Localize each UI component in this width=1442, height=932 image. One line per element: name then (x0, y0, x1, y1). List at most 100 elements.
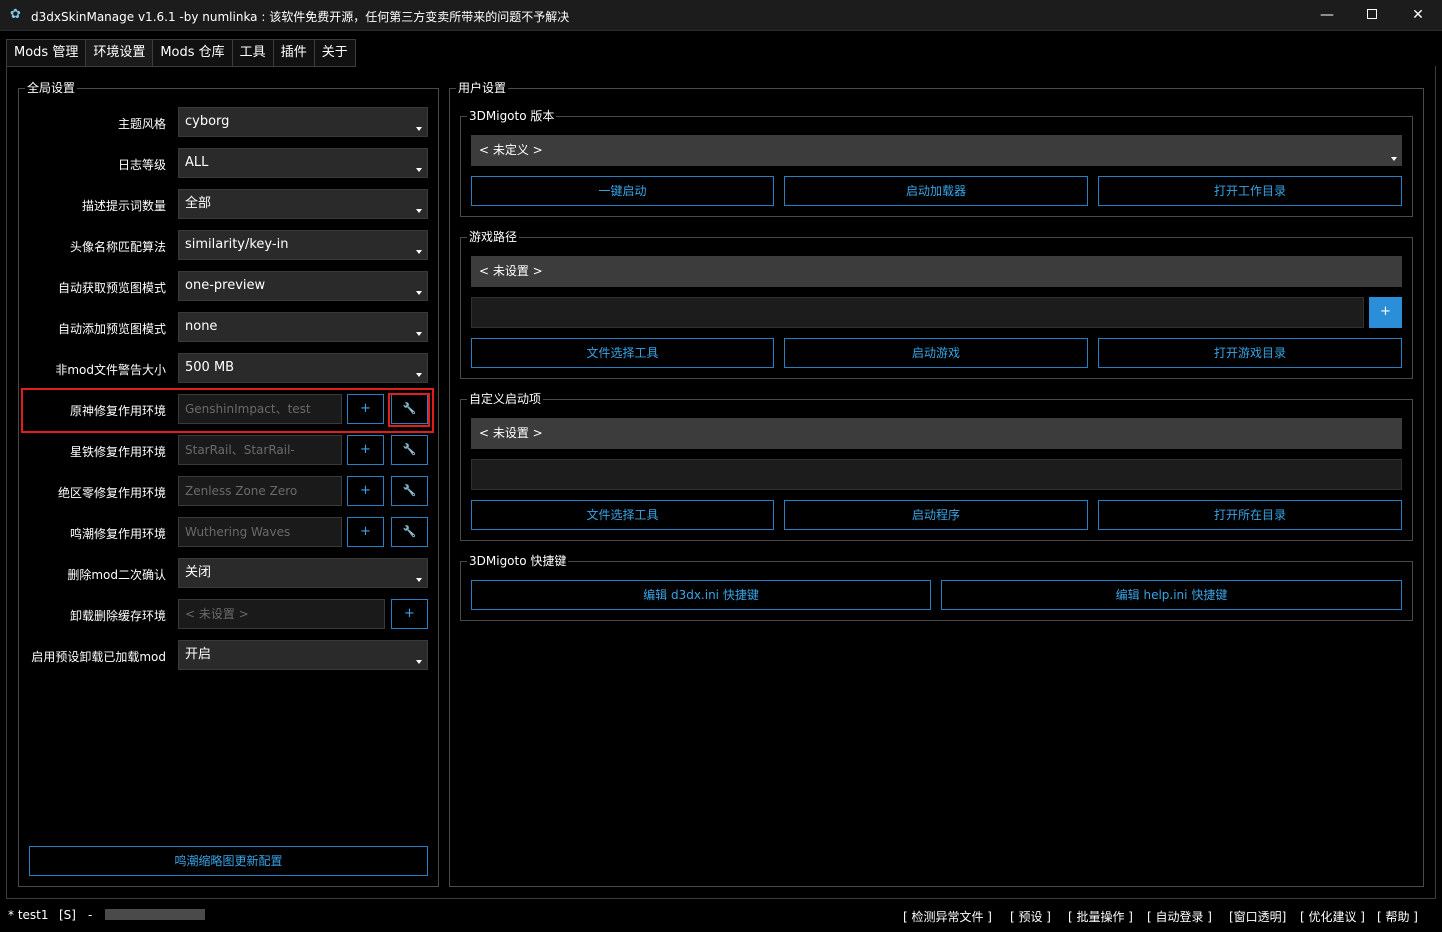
game-path-value: < 未设置 > (479, 264, 543, 278)
current-user: * test1 (8, 908, 49, 922)
chevron-down-icon (416, 373, 422, 377)
starrail-env-label: 星铁修复作用环境 (69, 445, 166, 459)
auto-login-link[interactable]: [ 自动登录 ] (1147, 908, 1212, 925)
check-abnormal-files-link[interactable]: [ 检测异常文件 ] (903, 908, 992, 925)
starrail-env-field[interactable]: StarRail、StarRail- (178, 435, 342, 465)
unload-cache-env-field[interactable]: < 未设置 > (178, 599, 385, 629)
game-args-input[interactable] (471, 297, 1364, 328)
game-path-select[interactable]: < 未设置 > (471, 256, 1402, 287)
minimize-button[interactable]: — (1304, 0, 1350, 31)
hint-count-select[interactable]: 全部 (178, 189, 428, 219)
auto-add-preview-label: 自动添加预览图模式 (57, 322, 166, 336)
tab-tools[interactable]: 工具 (231, 39, 273, 67)
preset-unload-select[interactable]: 开启 (178, 640, 428, 670)
chevron-down-icon (416, 250, 422, 254)
theme-select[interactable]: cyborg (178, 107, 428, 137)
open-workdir-button[interactable]: 打开工作目录 (1098, 176, 1402, 206)
theme-label: 主题风格 (117, 117, 166, 131)
wuwa-env-fix-button[interactable]: 🔧 (391, 517, 428, 547)
window-title: d3dxSkinManage v1.6.1 -by numlinka : 该软件… (31, 10, 570, 24)
edit-d3dx-hotkeys-button[interactable]: 编辑 d3dx.ini 快捷键 (471, 580, 931, 610)
theme-value: cyborg (185, 114, 230, 129)
nonmod-warn-size-select[interactable]: 500 MB (178, 353, 428, 383)
open-game-dir-button[interactable]: 打开游戏目录 (1098, 338, 1402, 368)
preset-unload-value: 开启 (185, 647, 212, 662)
log-level-select[interactable]: ALL (178, 148, 428, 178)
start-loader-button[interactable]: 启动加载器 (784, 176, 1088, 206)
custom-launch-title: 自定义启动项 (467, 391, 544, 407)
chevron-down-icon (416, 578, 422, 582)
delete-confirm-select[interactable]: 关闭 (178, 558, 428, 588)
avatar-match-value: similarity/key-in (185, 237, 289, 252)
tab-mods-warehouse[interactable]: Mods 仓库 (152, 39, 232, 67)
zzz-env-field[interactable]: Zenless Zone Zero (178, 476, 342, 506)
migoto-version-select[interactable]: < 未定义 > (471, 135, 1402, 166)
wrench-icon: 🔧 (402, 443, 417, 456)
unload-cache-env-add-button[interactable]: + (391, 599, 428, 629)
zzz-env-add-button[interactable]: + (347, 476, 384, 506)
window-transparency-link[interactable]: [窗口透明] (1229, 908, 1286, 925)
custom-launch-value: < 未设置 > (479, 426, 543, 440)
global-settings-title: 全局设置 (25, 80, 78, 96)
hotkeys-title: 3DMigoto 快捷键 (467, 553, 569, 569)
status-dash: - (88, 908, 93, 922)
auto-fetch-preview-value: one-preview (185, 278, 266, 293)
auto-add-preview-select[interactable]: none (178, 312, 428, 342)
open-program-dir-button[interactable]: 打开所在目录 (1098, 500, 1402, 530)
status-flag: [S] (59, 908, 76, 922)
status-bar (0, 899, 1442, 932)
starrail-env-add-button[interactable]: + (347, 435, 384, 465)
tab-environment-settings[interactable]: 环境设置 (85, 39, 153, 67)
status-progress-bar (105, 909, 205, 920)
app-logo-icon: ✿ (10, 7, 21, 22)
hint-count-label: 描述提示词数量 (81, 199, 166, 213)
wuwa-thumbnail-config-button[interactable]: 鸣潮缩略图更新配置 (29, 846, 428, 876)
chevron-down-icon (416, 127, 422, 131)
preset-unload-label: 启用预设卸载已加载mod (31, 650, 166, 664)
custom-launch-select[interactable]: < 未设置 > (471, 418, 1402, 449)
batch-ops-link[interactable]: [ 批量操作 ] (1068, 908, 1133, 925)
user-settings-title: 用户设置 (456, 80, 509, 96)
auto-add-preview-value: none (185, 319, 218, 334)
auto-fetch-preview-select[interactable]: one-preview (178, 271, 428, 301)
presets-link[interactable]: [ 预设 ] (1010, 908, 1051, 925)
launch-game-button[interactable]: 启动游戏 (784, 338, 1088, 368)
game-path-title: 游戏路径 (467, 229, 520, 245)
wuwa-env-field[interactable]: Wuthering Waves (178, 517, 342, 547)
zzz-env-fix-button[interactable]: 🔧 (391, 476, 428, 506)
suggestions-link[interactable]: [ 优化建议 ] (1300, 908, 1365, 925)
starrail-env-fix-button[interactable]: 🔧 (391, 435, 428, 465)
avatar-match-label: 头像名称匹配算法 (69, 240, 166, 254)
custom-args-input[interactable] (471, 459, 1402, 490)
one-click-launch-button[interactable]: 一键启动 (471, 176, 774, 206)
nonmod-warn-size-label: 非mod文件警告大小 (55, 363, 166, 377)
wrench-icon: 🔧 (402, 484, 417, 497)
tab-mods-manage[interactable]: Mods 管理 (6, 39, 86, 67)
chevron-down-icon (416, 332, 422, 336)
wrench-icon: 🔧 (402, 525, 417, 538)
game-path-add-button[interactable]: + (1369, 297, 1402, 328)
launch-program-button[interactable]: 启动程序 (784, 500, 1088, 530)
main-tab-bar: Mods 管理 环境设置 Mods 仓库 工具 插件 关于 (6, 39, 356, 67)
maximize-button[interactable] (1349, 0, 1395, 31)
chevron-down-icon (416, 291, 422, 295)
unload-cache-env-label: 卸载删除缓存环境 (69, 609, 166, 623)
migoto-version-value: < 未定义 > (479, 143, 543, 157)
log-level-value: ALL (185, 155, 209, 170)
delete-confirm-label: 删除mod二次确认 (67, 568, 166, 582)
delete-confirm-value: 关闭 (185, 565, 212, 580)
tab-about[interactable]: 关于 (313, 39, 356, 67)
edit-help-hotkeys-button[interactable]: 编辑 help.ini 快捷键 (941, 580, 1402, 610)
zzz-env-label: 绝区零修复作用环境 (57, 486, 166, 500)
avatar-match-select[interactable]: similarity/key-in (178, 230, 428, 260)
maximize-icon (1367, 9, 1377, 19)
tab-plugins[interactable]: 插件 (272, 39, 314, 67)
help-link[interactable]: [ 帮助 ] (1377, 908, 1418, 925)
nonmod-warn-size-value: 500 MB (185, 360, 235, 375)
custom-file-picker-button[interactable]: 文件选择工具 (471, 500, 774, 530)
chevron-down-icon (416, 209, 422, 213)
game-file-picker-button[interactable]: 文件选择工具 (471, 338, 774, 368)
wuwa-env-add-button[interactable]: + (347, 517, 384, 547)
migoto-version-title: 3DMigoto 版本 (467, 108, 557, 124)
close-button[interactable]: ✕ (1395, 0, 1441, 31)
